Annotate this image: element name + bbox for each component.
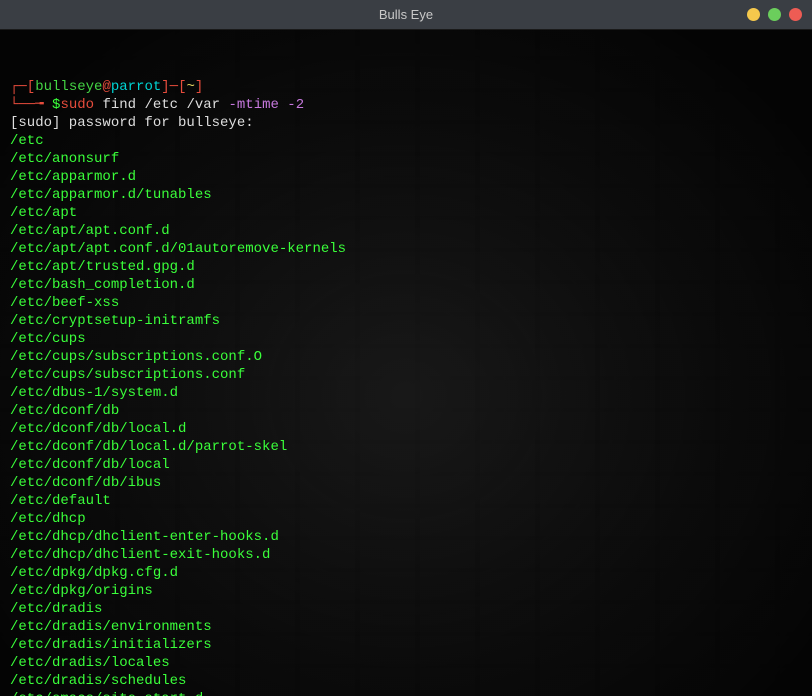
output-line: /etc/dradis — [10, 600, 802, 618]
output-line: /etc/dconf/db/ibus — [10, 474, 802, 492]
output-line: /etc/dconf/db/local.d/parrot-skel — [10, 438, 802, 456]
prompt-path: ~ — [186, 79, 194, 95]
output-line: /etc/dradis/schedules — [10, 672, 802, 690]
output-line: /etc/dhcp — [10, 510, 802, 528]
output-line: /etc/bash_completion.d — [10, 276, 802, 294]
output-line: /etc/dconf/db/local.d — [10, 420, 802, 438]
prompt-bracket-open: ┌─[ — [10, 79, 35, 95]
prompt-line-1: ┌─[bullseye@parrot]─[~] — [10, 78, 802, 96]
prompt-host: parrot — [111, 79, 161, 95]
prompt-line-2: └──╼ $sudo find /etc /var -mtime -2 — [10, 96, 802, 114]
output-line: /etc/dconf/db/local — [10, 456, 802, 474]
prompt-user: bullseye — [35, 79, 102, 95]
prompt-second-prefix: └──╼ — [10, 97, 52, 113]
output-line: /etc/default — [10, 492, 802, 510]
output-line: /etc/cups — [10, 330, 802, 348]
command-sudo: sudo — [60, 97, 94, 113]
output-line: /etc/dradis/environments — [10, 618, 802, 636]
prompt-bracket-end: ] — [195, 79, 203, 95]
output-line: /etc/beef-xss — [10, 294, 802, 312]
output-line: /etc/dconf/db — [10, 402, 802, 420]
output-line: /etc/apt/apt.conf.d/01autoremove-kernels — [10, 240, 802, 258]
maximize-button[interactable] — [768, 8, 781, 21]
output-line: /etc/dpkg/dpkg.cfg.d — [10, 564, 802, 582]
sudo-password-prompt: [sudo] password for bullseye: — [10, 115, 254, 131]
output-line: /etc/dhcp/dhclient-exit-hooks.d — [10, 546, 802, 564]
window-titlebar: Bulls Eye — [0, 0, 812, 30]
output-line: /etc/cups/subscriptions.conf.O — [10, 348, 802, 366]
window-title: Bulls Eye — [379, 7, 433, 22]
output-line: /etc/dbus-1/system.d — [10, 384, 802, 402]
output-line: /etc/apt/trusted.gpg.d — [10, 258, 802, 276]
output-line: /etc/dpkg/origins — [10, 582, 802, 600]
output-line: /etc — [10, 132, 802, 150]
command-rest: find /etc /var — [94, 97, 228, 113]
prompt-at: @ — [102, 79, 110, 95]
prompt-bracket-mid: ]─[ — [161, 79, 186, 95]
output-line: /etc/dradis/locales — [10, 654, 802, 672]
output-line: /etc/dhcp/dhclient-enter-hooks.d — [10, 528, 802, 546]
output-line: /etc/dradis/initializers — [10, 636, 802, 654]
output-line: /etc/apparmor.d — [10, 168, 802, 186]
output-line: /etc/anonsurf — [10, 150, 802, 168]
output-container: /etc/etc/anonsurf/etc/apparmor.d/etc/app… — [10, 132, 802, 696]
output-line: /etc/cups/subscriptions.conf — [10, 366, 802, 384]
output-line: /etc/apparmor.d/tunables — [10, 186, 802, 204]
output-line: /etc/apt — [10, 204, 802, 222]
output-line: /etc/emacs/site-start.d — [10, 690, 802, 696]
terminal-area[interactable]: ┌─[bullseye@parrot]─[~]└──╼ $sudo find /… — [0, 30, 812, 696]
window-controls — [747, 8, 802, 21]
command-flag: -mtime -2 — [228, 97, 304, 113]
minimize-button[interactable] — [747, 8, 760, 21]
terminal-content: ┌─[bullseye@parrot]─[~]└──╼ $sudo find /… — [10, 42, 802, 696]
close-button[interactable] — [789, 8, 802, 21]
output-line: /etc/apt/apt.conf.d — [10, 222, 802, 240]
output-line: /etc/cryptsetup-initramfs — [10, 312, 802, 330]
